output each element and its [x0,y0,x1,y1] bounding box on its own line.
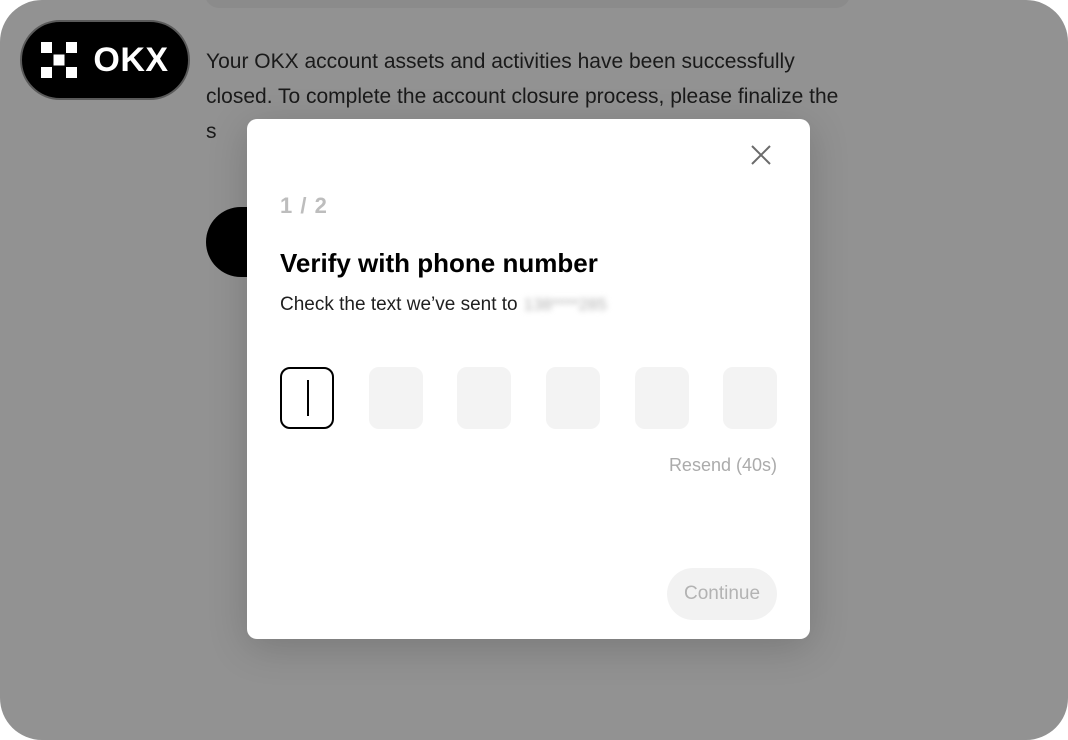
okx-logo-icon [41,42,78,78]
okx-logo-badge: OKX [20,20,190,100]
modal-subtitle: Check the text we’ve sent to 138****285 [280,294,607,316]
masked-phone-number: 138****285 [523,295,607,314]
top-bar [205,0,850,8]
code-digit-3[interactable] [457,367,511,429]
verify-phone-modal: 1 / 2 Verify with phone number Check the… [247,119,810,639]
code-digit-6[interactable] [723,367,777,429]
brand-name: OKX [93,40,169,79]
close-icon [751,145,771,165]
screen: OKX Your OKX account assets and activiti… [0,0,1068,740]
code-digit-2[interactable] [369,367,423,429]
close-button[interactable] [747,141,775,169]
step-indicator: 1 / 2 [280,193,328,218]
subtitle-text: Check the text we’ve sent to [280,294,518,315]
continue-button[interactable]: Continue [667,568,777,620]
code-digit-4[interactable] [546,367,600,429]
code-digit-1[interactable] [280,367,334,429]
verification-code-input [280,367,777,429]
resend-code-link[interactable]: Resend (40s) [669,455,777,476]
text-caret [307,380,309,416]
modal-title: Verify with phone number [280,248,598,278]
code-digit-5[interactable] [635,367,689,429]
